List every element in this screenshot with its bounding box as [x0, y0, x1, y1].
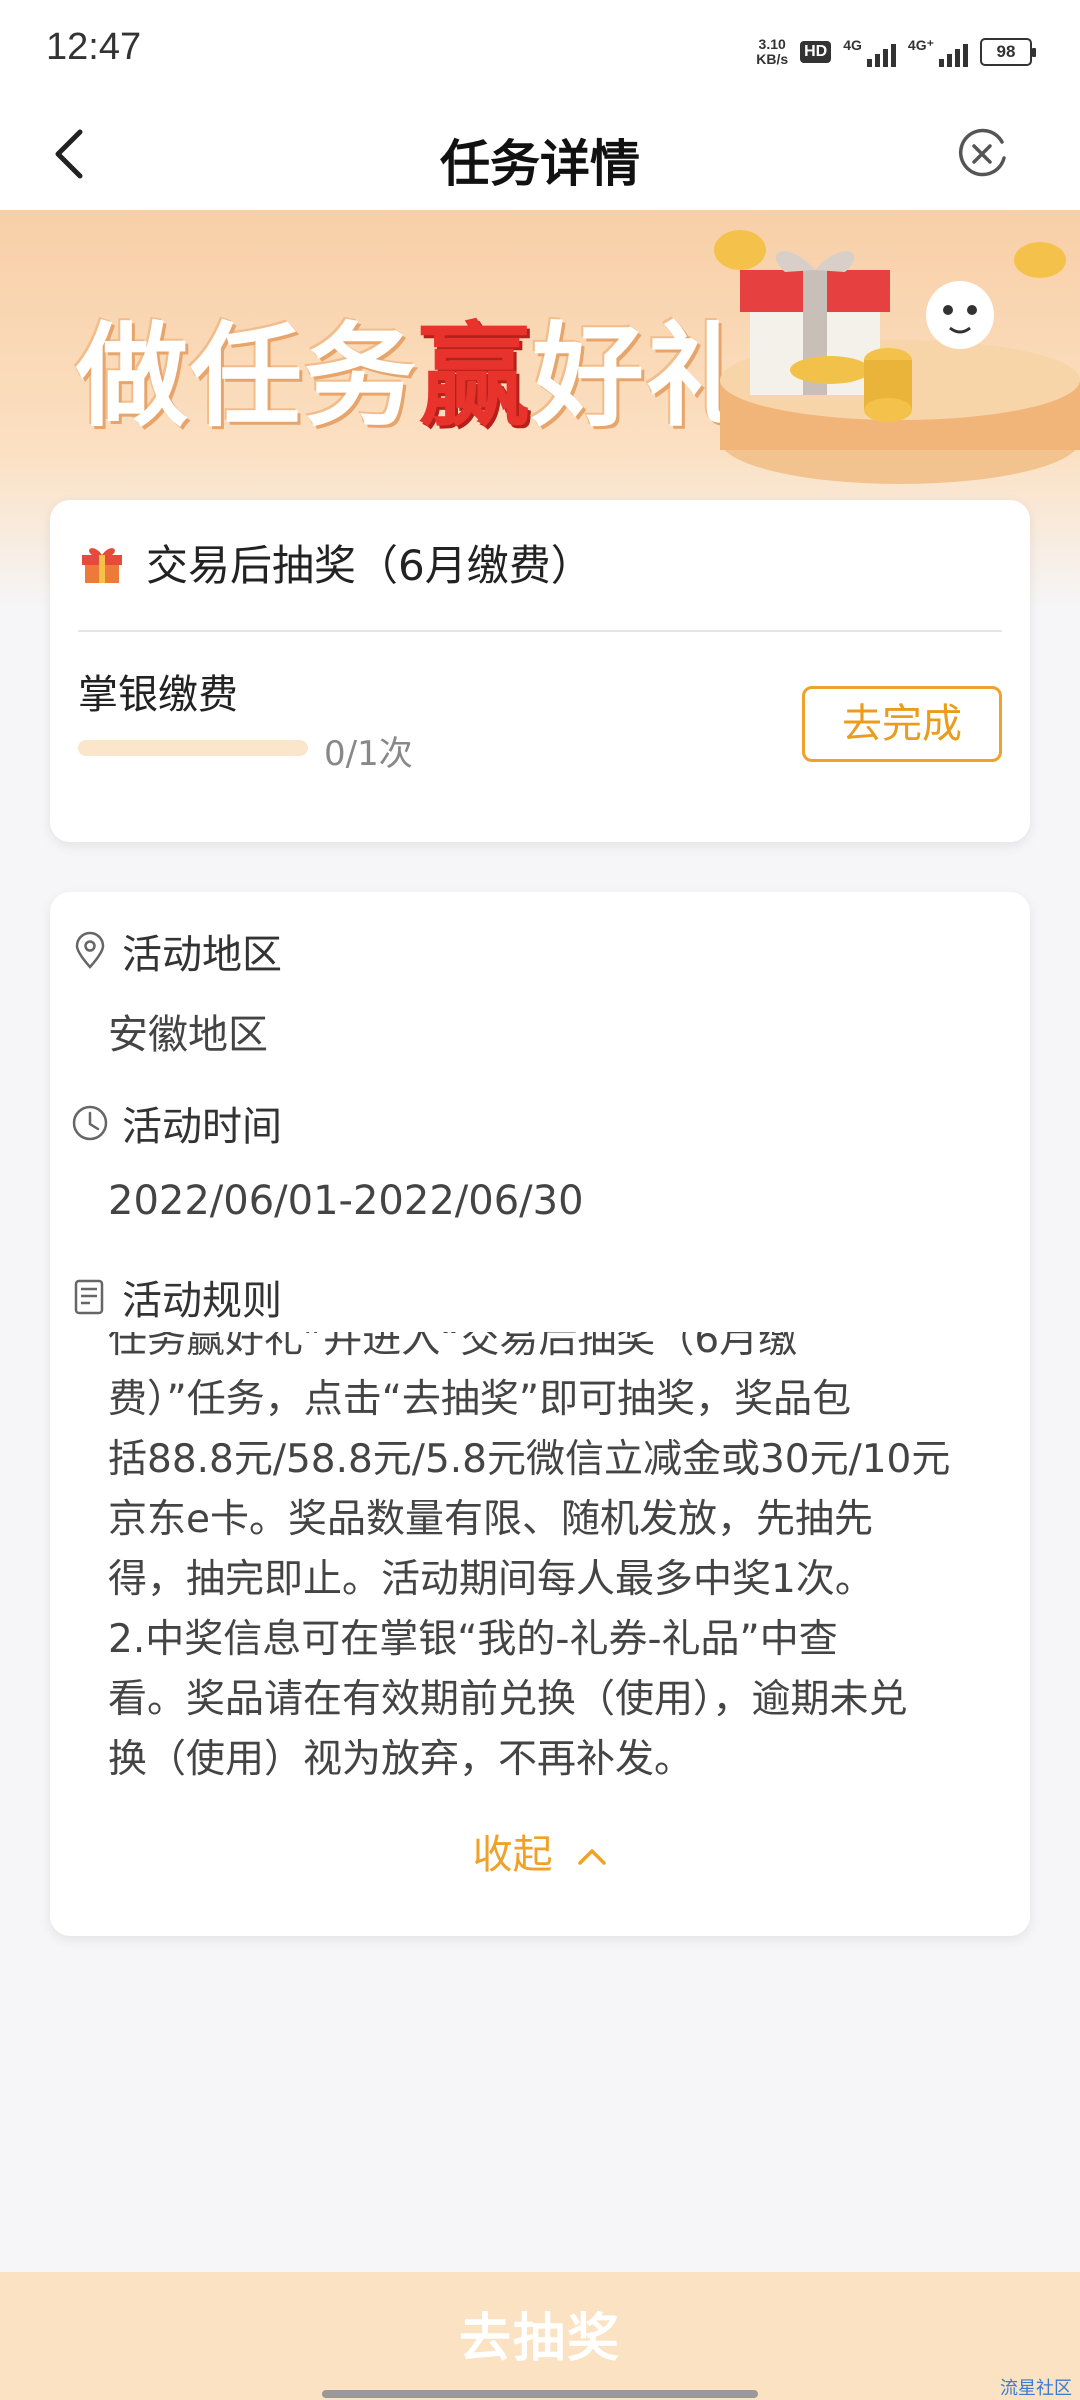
- signal-sim1-icon: 4G: [843, 37, 896, 67]
- banner-title-highlight: 赢: [418, 312, 532, 442]
- region-value: 安徽地区: [108, 1012, 268, 1058]
- battery-icon: 98: [980, 38, 1036, 66]
- draw-lottery-button[interactable]: 去抽奖: [0, 2296, 1080, 2371]
- rules-line: 括88.8元/58.8元/5.8元微信立减金或30元/10元: [108, 1437, 951, 1482]
- signal-sim2-icon: 4G⁺: [908, 37, 968, 67]
- collapse-label: 收起: [472, 1832, 553, 1878]
- task-title: 交易后抽奖（6月缴费）: [146, 541, 593, 590]
- task-header: 交易后抽奖（6月缴费）: [78, 532, 593, 593]
- navbar: 任务详情: [0, 100, 1080, 210]
- location-pin-icon: [75, 931, 105, 969]
- bottom-bar: 去抽奖 流星社区: [0, 2272, 1080, 2400]
- rules-line: 得，抽完即止。活动期间每人最多中奖1次。: [108, 1557, 874, 1602]
- task-progress-text: 0/1次: [324, 734, 413, 774]
- close-icon[interactable]: [950, 122, 1014, 186]
- rules-line: 任务赢好礼”并进入“交易后抽奖（6月缴: [108, 1332, 798, 1362]
- rules-line: 京东e卡。奖品数量有限、随机发放，先抽先: [108, 1497, 873, 1542]
- chevron-up-icon: [578, 1849, 607, 1865]
- task-progress-bar: [78, 740, 308, 756]
- clock-icon: [72, 1105, 108, 1141]
- sim2-label: 4G⁺: [907, 37, 934, 53]
- sim1-label: 4G: [843, 37, 862, 53]
- status-time: 12:47: [46, 26, 142, 68]
- divider: [78, 630, 1002, 632]
- time-row: 活动时间: [70, 1094, 282, 1152]
- watermark: 流星社区: [1000, 2378, 1072, 2399]
- hd-icon: HD: [800, 41, 832, 63]
- rules-text: 任务赢好礼”并进入“交易后抽奖（6月缴 费）”任务，点击“去抽奖”即可抽奖，奖品…: [108, 1332, 1008, 1802]
- status-bar: 12:47 3.10 KB/s HD 4G 4G⁺ 98: [0, 0, 1080, 100]
- rules-line: 换（使用）视为放弃，不再补发。: [108, 1737, 694, 1782]
- network-speed-value: 3.10: [758, 36, 786, 52]
- network-speed: 3.10 KB/s: [756, 37, 788, 67]
- time-label: 活动时间: [122, 1104, 282, 1150]
- rules-line: 看。奖品请在有效期前兑换（使用），逾期未兑: [108, 1677, 908, 1722]
- task-name: 掌银缴费: [78, 672, 238, 718]
- network-speed-unit: KB/s: [756, 51, 789, 67]
- status-icons: 3.10 KB/s HD 4G 4G⁺ 98: [756, 32, 1036, 72]
- complete-task-button[interactable]: 去完成: [802, 686, 1002, 762]
- gift-icon: [82, 547, 122, 583]
- collapse-button[interactable]: 收起: [50, 1822, 1030, 1880]
- page-title: 任务详情: [440, 135, 640, 193]
- region-label: 活动地区: [122, 932, 282, 978]
- activity-info-card: 活动地区 安徽地区 活动时间 2022/06/01-2022/06/30 活动规…: [50, 892, 1030, 1936]
- time-value: 2022/06/01-2022/06/30: [108, 1178, 584, 1224]
- task-card: 交易后抽奖（6月缴费） 掌银缴费 0/1次 去完成: [50, 500, 1030, 842]
- rules-row: 活动规则: [70, 1268, 282, 1326]
- home-indicator[interactable]: [322, 2390, 758, 2398]
- banner-title-part1: 做任务: [76, 312, 418, 442]
- rules-line: 2.中奖信息可在掌银“我的-礼券-礼品”中查: [108, 1617, 838, 1662]
- rules-label: 活动规则: [122, 1278, 282, 1324]
- document-icon: [74, 1279, 104, 1315]
- region-row: 活动地区: [70, 922, 282, 980]
- rules-line: 费）”任务，点击“去抽奖”即可抽奖，奖品包: [108, 1377, 852, 1422]
